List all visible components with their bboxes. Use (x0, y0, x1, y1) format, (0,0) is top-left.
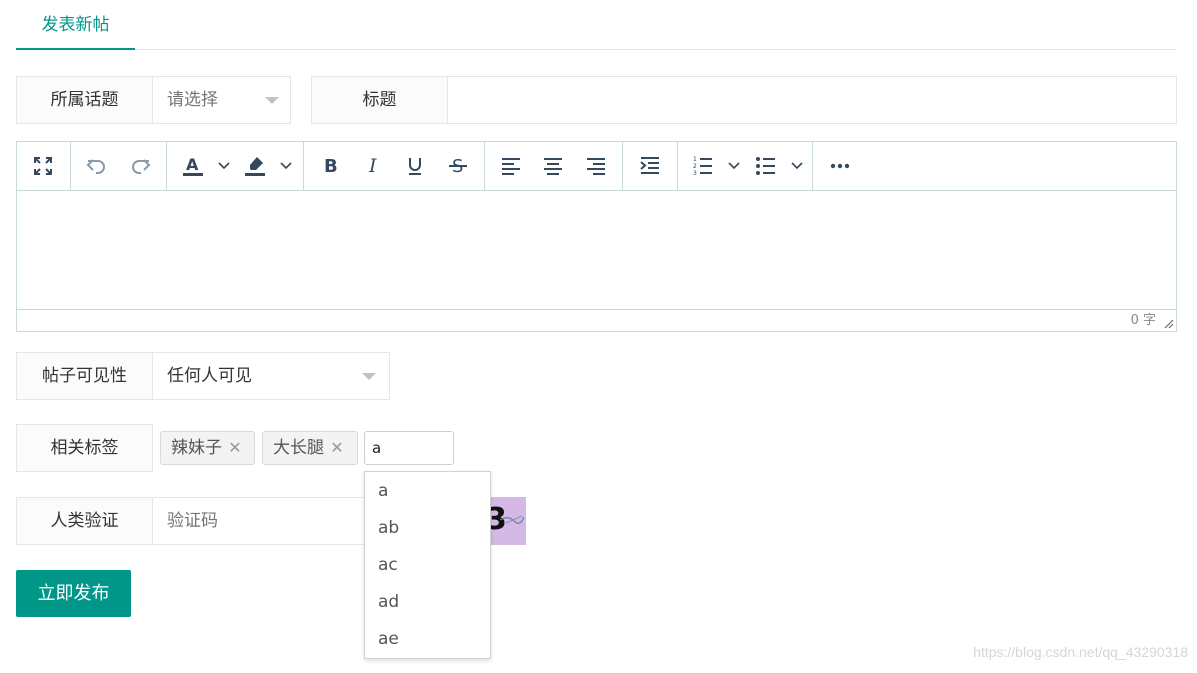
svg-text:I: I (368, 155, 377, 177)
suggestion-item[interactable]: ae (365, 621, 490, 658)
align-center-icon[interactable] (537, 150, 569, 182)
highlight-icon[interactable] (239, 150, 271, 182)
close-icon[interactable]: ✕ (222, 432, 248, 464)
topic-select[interactable]: 请选择 (152, 76, 291, 124)
font-color-icon[interactable]: A (177, 150, 209, 182)
svg-text:3: 3 (693, 170, 697, 177)
tags-label: 相关标签 (16, 424, 153, 472)
rich-text-editor: A B I 1 2 3 0 字 (16, 141, 1177, 332)
watermark: https://blog.csdn.net/qq_43290318 (973, 644, 1188, 660)
svg-text:B: B (324, 156, 338, 177)
tag-chip-label: 辣妹子 (171, 438, 222, 458)
chevron-down-icon[interactable] (725, 150, 743, 182)
strikethrough-icon[interactable]: S (442, 150, 474, 182)
tag-chip: 大长腿 ✕ (262, 431, 358, 465)
topic-label: 所属话题 (16, 76, 153, 124)
title-input[interactable] (447, 76, 1177, 124)
suggestion-item[interactable]: ac (365, 547, 490, 584)
visibility-label: 帖子可见性 (16, 352, 153, 400)
suggestion-item[interactable]: a (365, 473, 490, 510)
chevron-down-icon[interactable] (215, 150, 233, 182)
svg-text:2: 2 (693, 163, 697, 170)
captcha-label: 人类验证 (16, 497, 153, 545)
chevron-down-icon (265, 97, 279, 104)
undo-icon[interactable] (80, 150, 112, 182)
align-left-icon[interactable] (495, 150, 527, 182)
tag-chip-label: 大长腿 (273, 438, 324, 458)
editor-toolbar: A B I 1 2 3 (17, 142, 1176, 191)
ordered-list-icon[interactable]: 123 (687, 150, 719, 182)
editor-statusbar: 0 字 (17, 309, 1176, 331)
redo-icon[interactable] (125, 150, 157, 182)
word-count: 0 字 (1130, 313, 1156, 328)
suggestion-item[interactable]: ad (365, 584, 490, 621)
topic-select-placeholder: 请选择 (167, 90, 218, 110)
chevron-down-icon[interactable] (277, 150, 295, 182)
bullet-list-icon[interactable] (750, 150, 782, 182)
resize-handle-icon[interactable] (1163, 318, 1174, 329)
chevron-down-icon[interactable] (788, 150, 806, 182)
chevron-down-icon (362, 373, 376, 380)
italic-icon[interactable]: I (357, 150, 389, 182)
tab-new-post[interactable]: 发表新帖 (16, 0, 135, 50)
captcha-input-placeholder: 验证码 (167, 511, 218, 531)
indent-icon[interactable] (634, 150, 666, 182)
more-icon[interactable] (824, 150, 856, 182)
svg-text:A: A (186, 155, 199, 174)
align-right-icon[interactable] (580, 150, 612, 182)
fullscreen-icon[interactable] (27, 150, 59, 182)
tag-suggestions-dropdown: a ab ac ad ae (364, 471, 491, 659)
tag-input[interactable]: a (364, 431, 454, 465)
suggestion-item[interactable]: ab (365, 510, 490, 547)
tag-chip: 辣妹子 ✕ (160, 431, 255, 465)
underline-icon[interactable] (399, 150, 431, 182)
tab-divider (16, 49, 1177, 50)
visibility-select[interactable]: 任何人可见 (152, 352, 390, 400)
close-icon[interactable]: ✕ (324, 432, 350, 464)
editor-content-area[interactable] (17, 191, 1176, 309)
svg-text:1: 1 (693, 156, 697, 163)
visibility-select-value: 任何人可见 (167, 366, 252, 386)
publish-button[interactable]: 立即发布 (16, 570, 131, 617)
title-label: 标题 (311, 76, 448, 124)
tab-active-indicator (16, 48, 135, 50)
bold-icon[interactable]: B (314, 150, 346, 182)
